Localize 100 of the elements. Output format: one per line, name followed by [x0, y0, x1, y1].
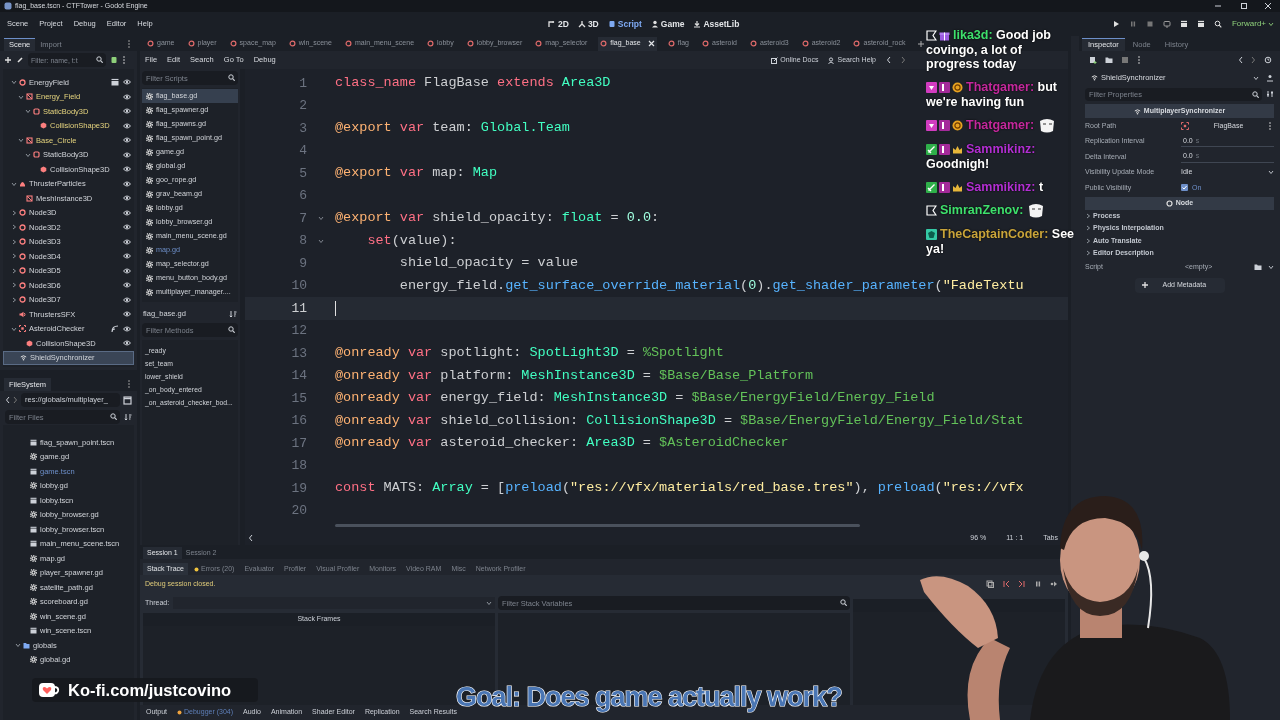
chevron-icon[interactable] [18, 137, 24, 144]
chevron-icon[interactable] [1268, 21, 1274, 27]
eye-icon[interactable] [123, 311, 131, 318]
chevron-icon[interactable] [18, 93, 24, 100]
sort-icon[interactable] [124, 413, 132, 421]
eye-icon[interactable] [123, 79, 131, 86]
more-icon[interactable] [127, 379, 131, 389]
chevron-icon[interactable] [1085, 237, 1091, 244]
gear-icon [30, 554, 37, 562]
forward-icon[interactable] [1251, 56, 1256, 64]
link-icon[interactable] [16, 56, 24, 64]
doc-icon[interactable] [1266, 73, 1274, 82]
step-icon[interactable] [1002, 580, 1010, 588]
script-icon[interactable] [110, 56, 118, 64]
chevron-icon[interactable] [318, 215, 324, 222]
chevron-icon[interactable] [11, 180, 17, 187]
eye-icon[interactable] [123, 151, 131, 158]
month-badge-icon [939, 82, 950, 94]
back-icon[interactable] [1238, 56, 1243, 64]
chevron-icon[interactable] [1085, 250, 1091, 257]
chevron-icon[interactable] [318, 237, 324, 244]
workspace-tab[interactable]: AssetLib [693, 17, 740, 31]
eye-icon[interactable] [123, 325, 131, 332]
chevron-icon[interactable] [1085, 225, 1091, 232]
clapperboard-icon[interactable] [1180, 20, 1188, 28]
workspace-tab[interactable]: 2D [548, 17, 569, 31]
continue-icon[interactable] [1050, 580, 1058, 588]
eye-icon[interactable] [123, 238, 131, 245]
chevron-icon[interactable] [486, 600, 492, 606]
chevron-icon[interactable] [25, 151, 31, 158]
minimize-icon[interactable] [1214, 2, 1222, 10]
scrollbar[interactable] [335, 524, 860, 527]
save-icon[interactable] [1121, 56, 1129, 64]
renderer-dropdown[interactable]: Forward+ [1232, 18, 1274, 30]
line-number: 17 [290, 434, 307, 453]
back-icon[interactable] [886, 56, 891, 64]
eye-icon[interactable] [123, 180, 131, 187]
chevron-icon[interactable] [11, 238, 17, 245]
eye-icon[interactable] [123, 166, 131, 173]
chevron-icon[interactable] [11, 79, 17, 86]
gear-icon [146, 218, 153, 226]
pause-icon[interactable] [1129, 20, 1137, 28]
back-icon[interactable] [5, 396, 10, 404]
chevron-icon[interactable] [11, 253, 17, 260]
new-resource-icon[interactable] [1089, 56, 1097, 64]
maximize-icon[interactable] [1240, 2, 1248, 10]
more-icon[interactable] [127, 39, 131, 49]
line-number: 18 [290, 457, 307, 475]
chevron-icon[interactable] [1268, 169, 1274, 176]
clapperboard-icon[interactable] [111, 78, 119, 87]
sort-icon[interactable] [229, 310, 237, 318]
close-icon[interactable] [1264, 2, 1272, 10]
chevron-icon[interactable] [1268, 264, 1274, 270]
eye-icon[interactable] [123, 224, 131, 231]
clapperboard-icon[interactable] [1197, 20, 1205, 28]
chevron-icon[interactable] [1085, 212, 1091, 219]
workspace-tab[interactable]: Script [607, 17, 642, 31]
split-view-icon[interactable] [123, 395, 132, 405]
forward-icon[interactable] [901, 56, 906, 64]
eye-icon[interactable] [123, 195, 131, 202]
step-icon[interactable] [1018, 580, 1026, 588]
play-icon[interactable] [1112, 20, 1120, 28]
chevron-icon[interactable] [15, 642, 21, 649]
eye-icon[interactable] [123, 137, 131, 144]
chevron-icon[interactable] [11, 282, 17, 289]
code-line: @onready var platform: MeshInstance3D = $Base/Base_Platform [335, 366, 813, 385]
movie-search-icon[interactable] [1214, 20, 1222, 28]
workspace-tab[interactable]: Game [650, 17, 685, 31]
eye-icon[interactable] [123, 209, 131, 216]
eye-icon[interactable] [123, 108, 131, 115]
eye-icon[interactable] [123, 340, 131, 347]
plus-icon [1140, 281, 1149, 289]
collapse-icon[interactable] [248, 534, 253, 542]
chevron-icon[interactable] [1253, 74, 1259, 81]
eye-icon[interactable] [123, 267, 131, 274]
filter-icon[interactable] [1266, 90, 1274, 98]
more-icon[interactable] [122, 55, 126, 65]
stop-icon[interactable] [1146, 20, 1154, 28]
chevron-icon[interactable] [11, 209, 17, 216]
folder-icon[interactable] [1105, 56, 1113, 64]
chevron-icon[interactable] [11, 267, 17, 274]
close-icon[interactable] [647, 40, 655, 47]
more-icon[interactable] [1137, 55, 1141, 65]
eye-icon[interactable] [123, 122, 131, 129]
chevron-icon[interactable] [11, 325, 17, 332]
copy-icon[interactable] [986, 580, 994, 588]
signal-waves-icon[interactable] [111, 324, 119, 333]
plus-icon[interactable] [916, 39, 925, 48]
eye-icon[interactable] [123, 93, 131, 100]
eye-icon[interactable] [123, 282, 131, 289]
pause-icon[interactable] [1034, 580, 1042, 588]
eye-icon[interactable] [123, 253, 131, 260]
remote-icon[interactable] [1163, 20, 1171, 28]
chevron-icon[interactable] [11, 224, 17, 231]
chevron-icon[interactable] [25, 108, 31, 115]
chevron-icon[interactable] [11, 296, 17, 303]
hexagon-icon [40, 122, 47, 130]
eye-icon[interactable] [123, 296, 131, 303]
workspace-tab[interactable]: 3D [577, 17, 599, 31]
history-icon[interactable] [1264, 56, 1272, 64]
